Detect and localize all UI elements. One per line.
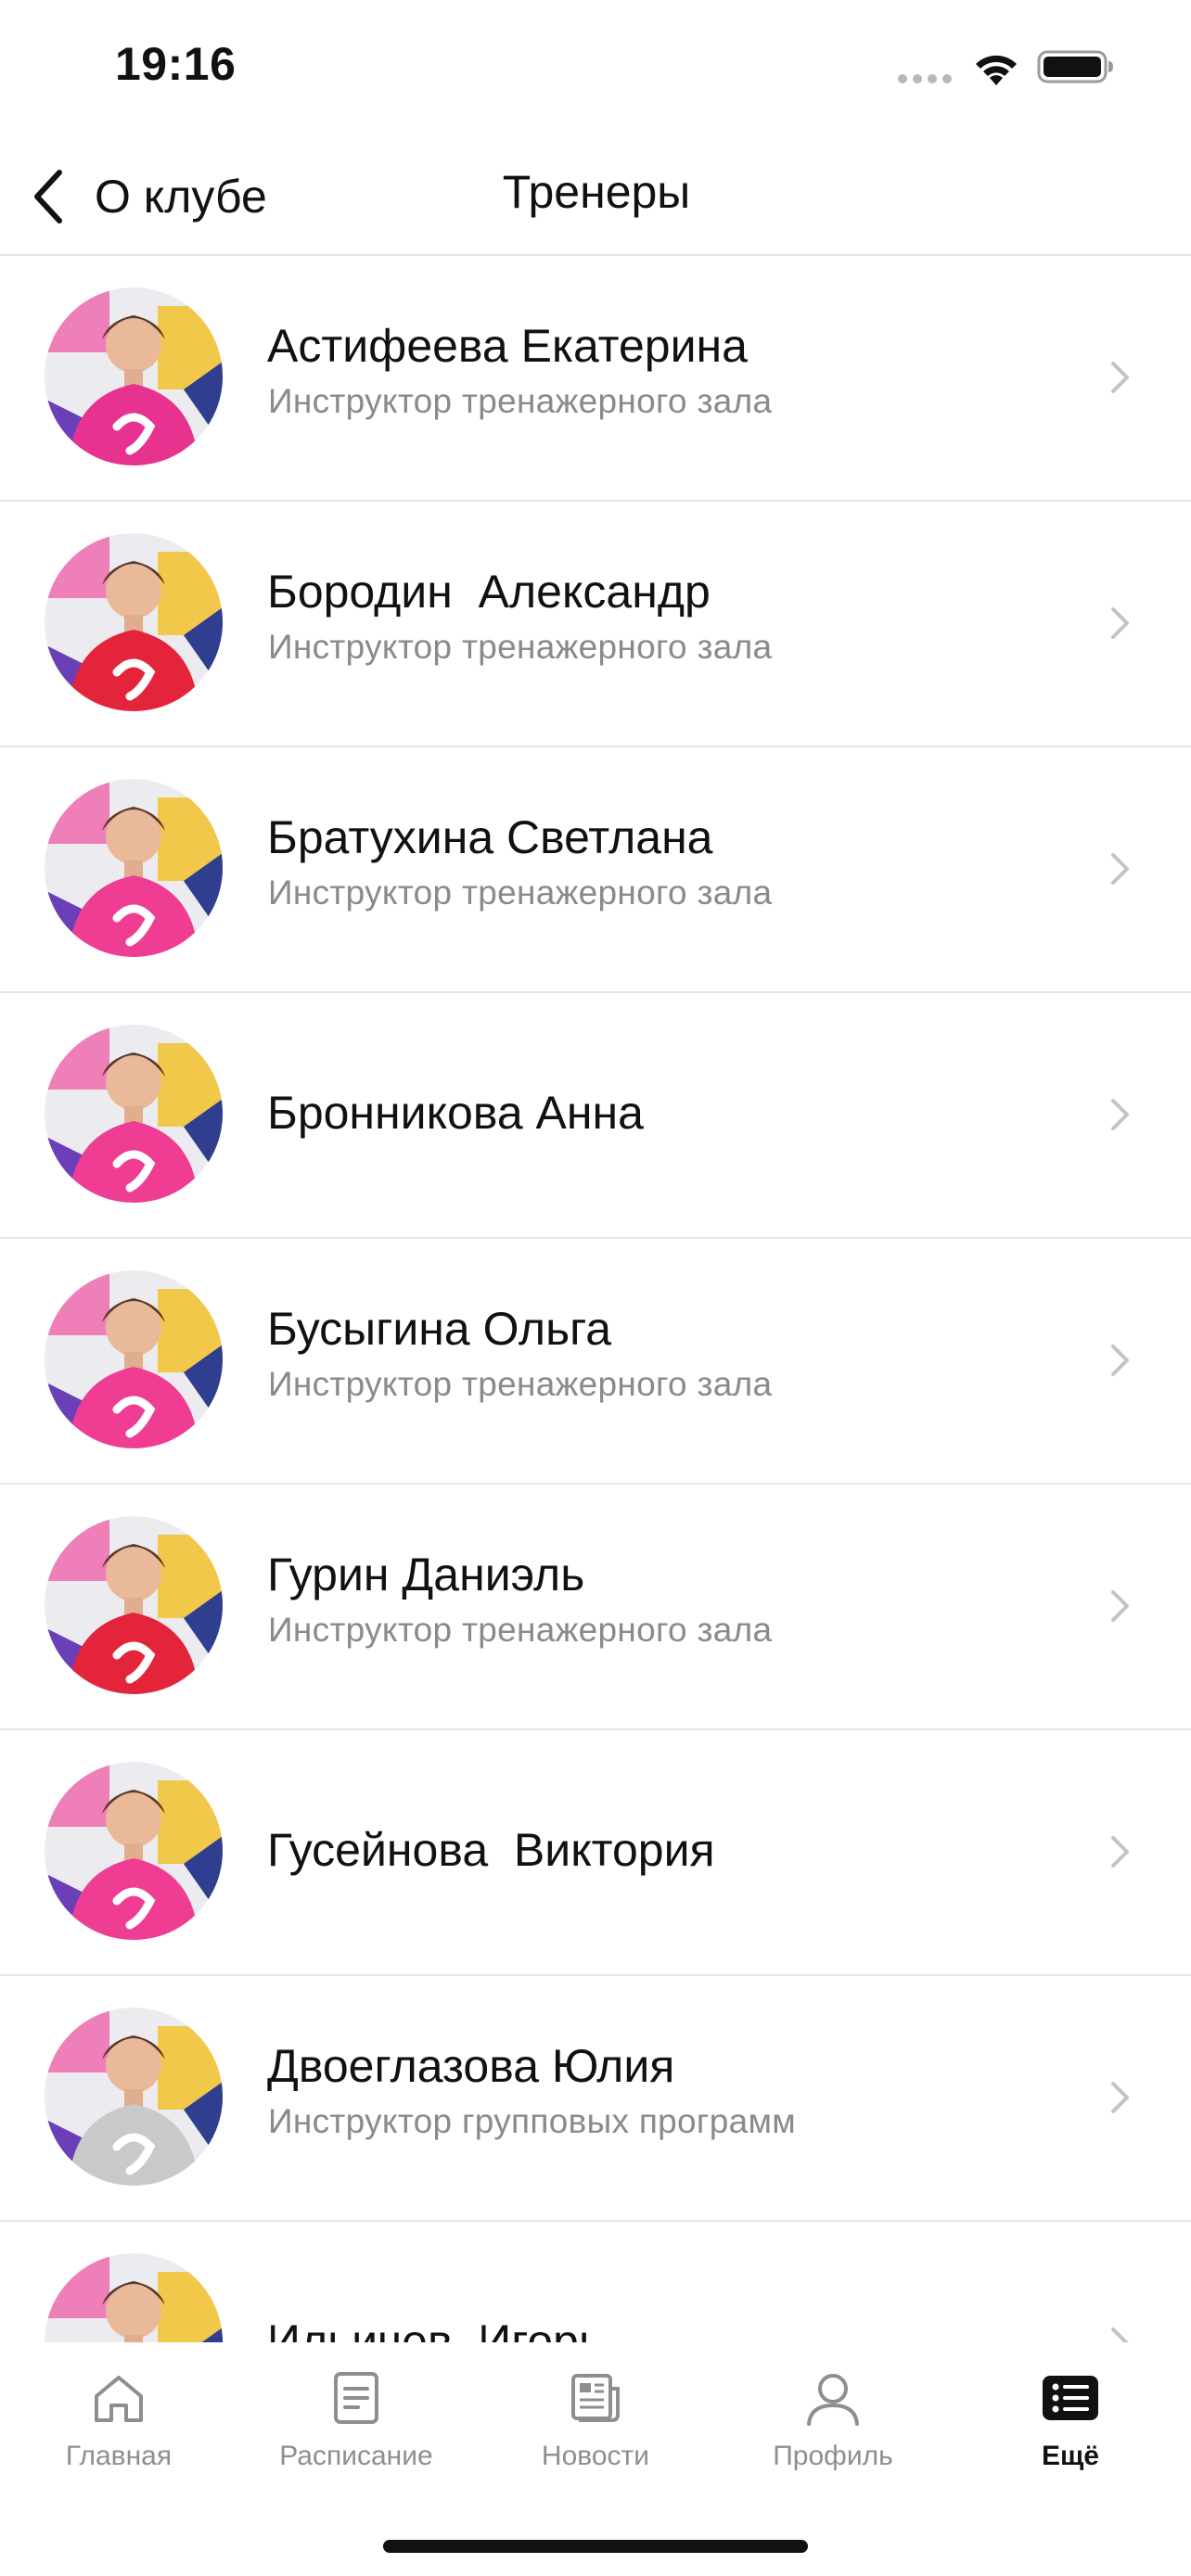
trainer-role: Инструктор групповых программ [268,2102,796,2140]
tab-label: Ещё [1041,2441,1099,2471]
cellular-signal-icon [898,74,954,85]
status-time: 19:16 [115,38,237,90]
trainer-row[interactable]: Гусейнова Виктория [0,1730,1191,1976]
home-indicator [383,2540,808,2553]
trainer-role: Инструктор тренажерного зала [268,628,773,666]
tab-news[interactable]: Новости [477,2368,714,2472]
schedule-icon [334,2372,378,2424]
trainer-row[interactable]: Бронникова Анна [0,993,1191,1239]
trainer-row[interactable]: Гурин Даниэль Инструктор тренажерного за… [0,1485,1191,1730]
status-bar: 19:16 [0,0,1191,139]
tab-label: Новости [541,2441,650,2471]
chevron-right-icon [1111,1345,1129,1376]
page-title: Тренеры [502,166,691,218]
chevron-right-icon [1111,1590,1129,1622]
chevron-right-icon [1111,2327,1129,2342]
trainer-avatar [45,533,223,711]
trainer-row[interactable]: Астифеева Екатерина Инструктор тренажерн… [0,256,1191,502]
chevron-right-icon [1111,1836,1129,1868]
trainer-role: Инструктор тренажерного зала [268,1365,773,1403]
trainer-row[interactable]: Ильичев Игорь [0,2222,1191,2342]
trainer-avatar [45,1270,223,1448]
chevron-right-icon [1111,607,1129,639]
trainer-avatar [45,779,223,957]
more-icon [1043,2376,1098,2420]
trainer-avatar [45,1762,223,1940]
trainer-list: Астифеева Екатерина Инструктор тренажерн… [0,256,1191,2342]
tab-label: Главная [65,2441,173,2471]
trainer-name: Ильичев Игорь [267,2315,604,2342]
trainer-row[interactable]: Братухина Светлана Инструктор тренажерно… [0,747,1191,993]
news-icon [571,2374,620,2422]
chevron-right-icon [1111,2082,1129,2113]
trainer-name: Гусейнова Виктория [267,1824,715,1876]
trainer-name: Бронникова Анна [267,1087,644,1139]
trainer-avatar [45,1516,223,1694]
tab-schedule[interactable]: Расписание [237,2368,475,2472]
trainer-avatar [45,1025,223,1203]
chevron-right-icon [1111,362,1129,393]
trainer-role: Инструктор тренажерного зала [268,1611,773,1649]
tab-home[interactable]: Главная [0,2368,237,2472]
trainer-name: Астифеева Екатерина [267,320,748,372]
wifi-icon [976,55,1017,85]
trainer-name: Бородин Александр [267,566,711,618]
trainer-name: Бусыгина Ольга [267,1303,612,1355]
trainer-avatar [45,2253,223,2342]
tab-label: Профиль [773,2441,893,2471]
navigation-bar: О клубе Тренеры [0,139,1191,256]
trainer-name: Гурин Даниэль [267,1549,585,1600]
trainer-row[interactable]: Бусыгина Ольга Инструктор тренажерного з… [0,1239,1191,1485]
trainer-role: Инструктор тренажерного зала [268,382,773,420]
chevron-right-icon [1111,853,1129,885]
tab-label: Расписание [279,2441,433,2471]
trainer-name: Двоеглазова Юлия [267,2040,675,2092]
tab-profile[interactable]: Профиль [714,2368,952,2472]
tab-more[interactable]: Ещё [952,2368,1189,2472]
chevron-right-icon [1111,1099,1129,1130]
battery-icon [1037,50,1113,83]
trainer-name: Братухина Светлана [267,811,713,863]
trainer-row[interactable]: Бородин Александр Инструктор тренажерног… [0,502,1191,747]
profile-icon [807,2374,859,2426]
trainer-avatar [45,287,223,465]
home-icon [95,2376,143,2422]
trainer-avatar [45,2008,223,2186]
trainer-role: Инструктор тренажерного зала [268,874,773,912]
trainer-row[interactable]: Двоеглазова Юлия Инструктор групповых пр… [0,1976,1191,2222]
